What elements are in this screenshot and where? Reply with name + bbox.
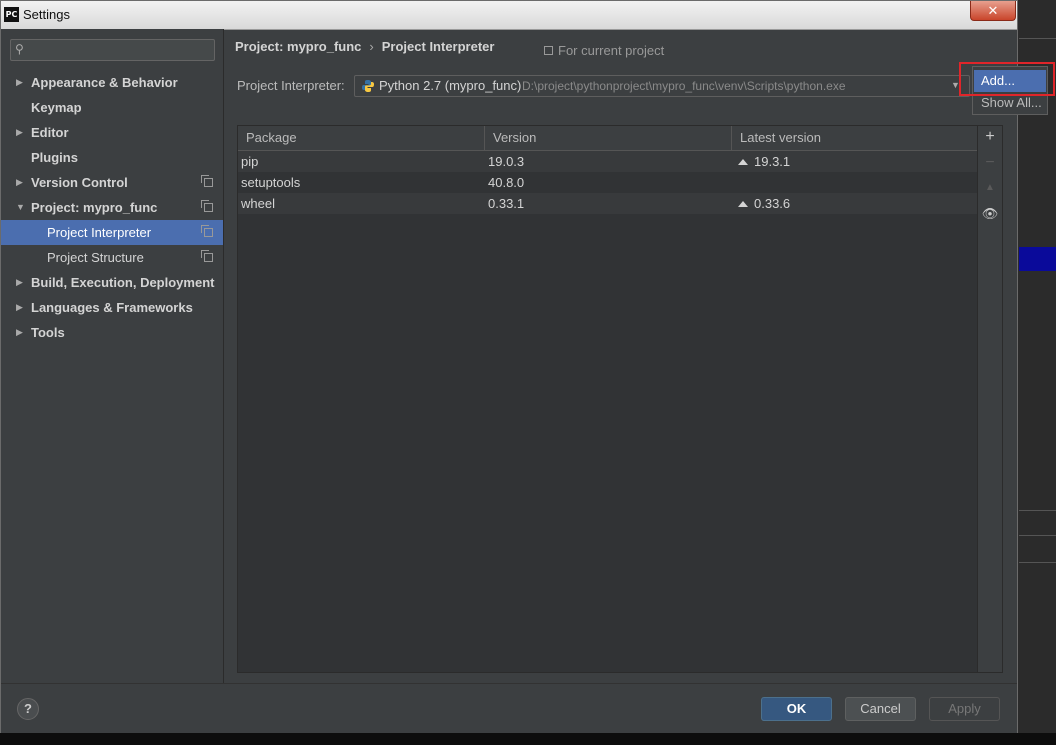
search-icon: ⚲ xyxy=(15,42,24,56)
sidebar-item-label: Languages & Frameworks xyxy=(31,300,193,315)
sidebar-item-label: Project Structure xyxy=(47,250,144,265)
background-divider xyxy=(1018,38,1056,39)
breadcrumb-separator: › xyxy=(369,39,374,54)
package-latest: 19.3.1 xyxy=(738,151,790,172)
sidebar-item-label: Appearance & Behavior xyxy=(31,75,178,90)
table-row[interactable]: wheel 0.33.1 0.33.6 xyxy=(238,193,977,214)
package-name: wheel xyxy=(241,196,275,211)
sidebar-item-label: Editor xyxy=(31,125,69,140)
sidebar-item-languages-frameworks[interactable]: ▶ Languages & Frameworks xyxy=(1,295,223,320)
project-scope-icon xyxy=(201,200,213,212)
expand-arrow-icon[interactable]: ▶ xyxy=(16,70,23,95)
ok-button[interactable]: OK xyxy=(761,697,832,721)
sidebar-item-project-interpreter[interactable]: Project Interpreter xyxy=(1,220,223,245)
close-button[interactable]: ✕ xyxy=(970,1,1016,21)
background-divider xyxy=(1018,562,1056,563)
eye-icon[interactable]: 👁 xyxy=(978,206,1002,222)
sidebar-item-label: Keymap xyxy=(31,100,82,115)
package-name: pip xyxy=(241,154,259,169)
package-toolbar: + − ▲ 👁 xyxy=(978,125,1003,673)
project-scope-icon xyxy=(544,46,553,55)
background-divider xyxy=(1018,510,1056,511)
background-bottom xyxy=(0,733,1056,745)
table-header: Package Version Latest version xyxy=(238,126,977,151)
highlight-annotation xyxy=(959,62,1055,96)
sidebar-item-label: Project Interpreter xyxy=(47,225,152,240)
project-scope-icon xyxy=(201,175,213,187)
sidebar-item-editor[interactable]: ▶ Editor xyxy=(1,120,223,145)
interpreter-select[interactable]: Python 2.7 (mypro_func) D:\project\pytho… xyxy=(354,75,970,97)
expand-arrow-icon[interactable]: ▶ xyxy=(16,320,23,345)
help-button[interactable]: ? xyxy=(17,698,39,720)
expand-arrow-icon[interactable]: ▶ xyxy=(16,170,23,195)
background-divider xyxy=(1018,535,1056,536)
pycharm-app-icon: PC xyxy=(4,7,19,22)
sidebar-item-keymap[interactable]: Keymap xyxy=(1,95,223,120)
sidebar-item-plugins[interactable]: Plugins xyxy=(1,145,223,170)
breadcrumb-page: Project Interpreter xyxy=(381,39,495,54)
breadcrumb-project[interactable]: Project: mypro_func xyxy=(235,39,361,54)
sidebar-item-version-control[interactable]: ▶ Version Control xyxy=(1,170,223,195)
packages-table: Package Version Latest version pip 19.0.… xyxy=(237,125,978,673)
settings-search[interactable]: ⚲ xyxy=(10,39,215,61)
window-title: Settings xyxy=(23,7,70,22)
column-header-package[interactable]: Package xyxy=(238,126,485,150)
background-selection xyxy=(1018,247,1056,271)
interpreter-path: D:\project\pythonproject\mypro_func\venv… xyxy=(522,79,846,93)
dialog-footer: ? OK Cancel Apply xyxy=(1,683,1017,733)
expand-arrow-icon[interactable]: ▶ xyxy=(16,295,23,320)
latest-version-text: 19.3.1 xyxy=(754,154,791,169)
table-row[interactable]: pip 19.0.3 19.3.1 xyxy=(238,151,977,172)
expand-arrow-icon[interactable]: ▶ xyxy=(16,120,23,145)
upgrade-available-icon xyxy=(738,201,748,207)
sidebar-item-label: Project: mypro_func xyxy=(31,200,158,215)
sidebar-item-build-execution-deployment[interactable]: ▶ Build, Execution, Deployment xyxy=(1,270,223,295)
latest-version-text: 0.33.6 xyxy=(754,196,791,211)
sidebar-item-label: Build, Execution, Deployment xyxy=(31,275,215,290)
sidebar-item-label: Tools xyxy=(31,325,65,340)
window-edge xyxy=(1018,29,1019,733)
sidebar-item-project[interactable]: ▼ Project: mypro_func xyxy=(1,195,223,220)
sidebar-item-appearance-behavior[interactable]: ▶ Appearance & Behavior xyxy=(1,70,223,95)
upgrade-package-icon[interactable]: ▲ xyxy=(978,182,1002,193)
scope-hint: For current project xyxy=(544,43,664,58)
sidebar-item-label: Plugins xyxy=(31,150,78,165)
interpreter-name: Python 2.7 (mypro_func) xyxy=(379,78,522,93)
title-bar[interactable]: PC Settings ✕ xyxy=(1,1,1017,30)
expand-arrow-icon[interactable]: ▶ xyxy=(16,270,23,295)
interpreter-label: Project Interpreter: xyxy=(237,78,345,93)
sidebar-item-tools[interactable]: ▶ Tools xyxy=(1,320,223,345)
package-name: setuptools xyxy=(241,175,301,190)
remove-package-icon[interactable]: − xyxy=(978,154,1002,172)
collapse-arrow-icon[interactable]: ▼ xyxy=(16,195,25,220)
column-header-latest-version[interactable]: Latest version xyxy=(732,126,977,150)
sidebar-item-project-structure[interactable]: Project Structure xyxy=(1,245,223,270)
cancel-button[interactable]: Cancel xyxy=(845,697,916,721)
settings-dialog: PC Settings ✕ ⚲ ▶ Appearance & Behavior … xyxy=(0,0,1019,733)
sidebar-item-label: Version Control xyxy=(31,175,128,190)
apply-button[interactable]: Apply xyxy=(929,697,1000,721)
scope-hint-text: For current project xyxy=(558,43,665,58)
project-scope-icon xyxy=(201,250,213,262)
column-header-version[interactable]: Version xyxy=(485,126,732,150)
add-package-icon[interactable]: + xyxy=(978,128,1002,146)
table-row[interactable]: setuptools 40.8.0 xyxy=(238,172,977,193)
package-latest: 0.33.6 xyxy=(738,193,790,214)
breadcrumb: Project: mypro_func › Project Interpreter xyxy=(235,39,494,54)
upgrade-available-icon xyxy=(738,159,748,165)
package-version: 0.33.1 xyxy=(488,196,525,211)
project-scope-icon xyxy=(201,225,213,237)
package-version: 40.8.0 xyxy=(488,175,525,190)
package-version: 19.0.3 xyxy=(488,154,525,169)
python-icon xyxy=(362,80,374,92)
search-input[interactable] xyxy=(35,42,214,60)
settings-sidebar: ⚲ ▶ Appearance & Behavior Keymap ▶ Edito… xyxy=(1,29,224,683)
